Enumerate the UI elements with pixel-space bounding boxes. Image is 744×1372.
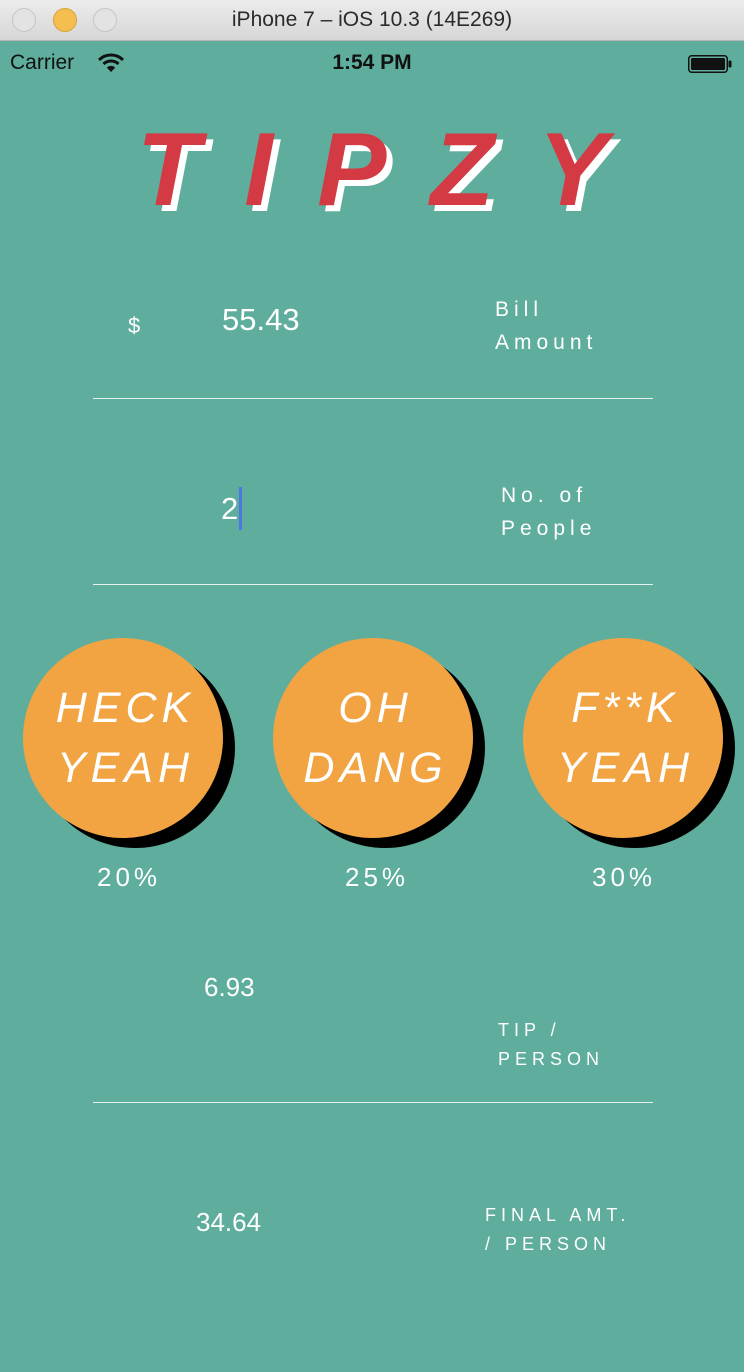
tip-divider xyxy=(93,1102,653,1103)
tip-button-label-line2: YEAH xyxy=(56,744,195,792)
tip-per-person-value: 6.93 xyxy=(204,972,255,1002)
tip-per-person-label: TIP / PERSON xyxy=(498,1016,604,1074)
tip-30-percent-label: 30% xyxy=(592,862,657,892)
people-label: No. of People xyxy=(501,479,596,545)
status-time: 1:54 PM xyxy=(332,51,412,74)
final-amount-value: 34.64 xyxy=(196,1207,262,1237)
tip-button-label-line1: F**K xyxy=(571,684,680,732)
final-amount-label: FINAL AMT. / PERSON xyxy=(485,1201,630,1259)
bill-amount-label: Bill Amount xyxy=(495,293,597,359)
tip-20-percent-label: 20% xyxy=(97,862,162,892)
people-label-line2: People xyxy=(501,517,597,540)
tip-25-button[interactable]: OH DANG xyxy=(273,638,473,838)
tip-20-button[interactable]: HECK YEAH xyxy=(23,638,223,838)
text-cursor xyxy=(239,487,242,530)
final-label-line2: / PERSON xyxy=(485,1234,612,1254)
currency-symbol: $ xyxy=(128,313,141,338)
tip-button-label-line1: HECK xyxy=(55,684,196,732)
tip-button-label-line1: OH xyxy=(338,684,413,732)
tip-button-label-line2: DANG xyxy=(303,744,448,792)
tip-button-label-line2: YEAH xyxy=(556,744,695,792)
window-title: iPhone 7 – iOS 10.3 (14E269) xyxy=(231,8,513,31)
final-label-line1: FINAL AMT. xyxy=(485,1205,631,1225)
battery-icon xyxy=(688,55,732,73)
bill-divider xyxy=(93,398,653,399)
tip-30-button[interactable]: F**K YEAH xyxy=(523,638,723,838)
tip-label-line1: TIP / xyxy=(498,1020,561,1040)
people-count-input[interactable]: 2 xyxy=(221,491,238,527)
app-logo: TIPZY xyxy=(136,112,652,228)
tip-25-percent-label: 25% xyxy=(345,862,410,892)
people-divider xyxy=(93,584,653,585)
bill-label-line2: Amount xyxy=(495,331,598,354)
bill-label-line1: Bill xyxy=(495,298,544,321)
people-label-line1: No. of xyxy=(501,484,588,507)
simulator-title-bar: iPhone 7 – iOS 10.3 (14E269) xyxy=(0,0,744,41)
tip-label-line2: PERSON xyxy=(498,1049,605,1069)
bill-amount-input[interactable]: 55.43 xyxy=(222,302,300,338)
status-bar: Carrier 1:54 PM xyxy=(0,41,744,85)
